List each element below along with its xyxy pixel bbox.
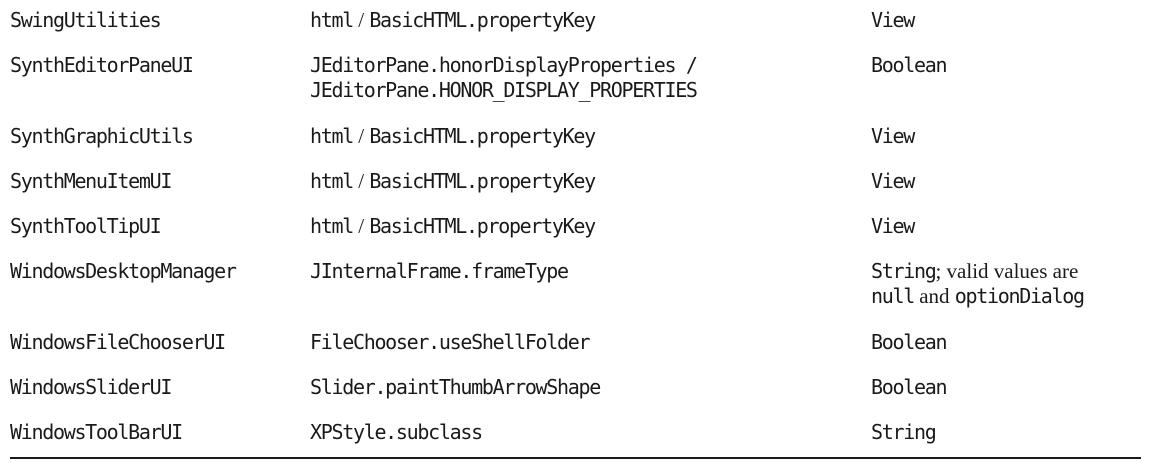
type-code-option-dialog: optionDialog (954, 284, 1085, 308)
property-key-line-2: JEditorPane.HONOR_DISPLAY_PROPERTIES (310, 78, 698, 102)
type-description: ; valid values are (935, 259, 1079, 283)
property-key-a: html (310, 214, 354, 238)
type-conjunction: and (913, 284, 955, 308)
table-row: SynthMenuItemUI html / BasicHTML.propert… (10, 161, 1141, 206)
property-key: JInternalFrame.frameType (310, 259, 569, 283)
value-type: String (871, 420, 937, 444)
property-separator: / (352, 214, 370, 238)
property-separator: / (352, 169, 370, 193)
component-name: SynthMenuItemUI (10, 169, 172, 193)
property-separator: / (352, 124, 370, 148)
component-name: WindowsSliderUI (10, 375, 172, 399)
property-key: Slider.paintThumbArrowShape (310, 375, 601, 399)
table-bottom-rule (10, 457, 1141, 459)
component-name: WindowsDesktopManager (10, 259, 237, 283)
property-key-a: html (310, 124, 354, 148)
value-type-line-1: String; valid values are (871, 259, 1084, 284)
component-name: SynthToolTipUI (10, 214, 162, 238)
property-key: html / BasicHTML.propertyKey (310, 124, 596, 149)
table-row: WindowsDesktopManager JInternalFrame.fra… (10, 251, 1141, 322)
value-type: Boolean (871, 330, 947, 354)
property-key-b: BasicHTML.propertyKey (369, 214, 596, 238)
component-name: WindowsToolBarUI (10, 420, 183, 444)
value-type: View (871, 169, 915, 193)
type-code-string: String (871, 259, 937, 283)
table-row: WindowsFileChooserUI FileChooser.useShel… (10, 322, 1141, 367)
property-key: XPStyle.subclass (310, 420, 483, 444)
property-key: html / BasicHTML.propertyKey (310, 169, 596, 194)
component-name: SynthGraphicUtils (10, 124, 194, 148)
property-key-line-1: JEditorPane.honorDisplayProperties / (310, 53, 698, 77)
property-key-a: html (310, 169, 354, 193)
component-name: SynthEditorPaneUI (10, 53, 194, 77)
property-key: JEditorPane.honorDisplayProperties / JEd… (310, 53, 698, 103)
property-key: html / BasicHTML.propertyKey (310, 8, 596, 33)
value-type: Boolean (871, 375, 947, 399)
table-row: WindowsToolBarUI XPStyle.subclass String (10, 412, 1141, 457)
property-key: FileChooser.useShellFolder (310, 330, 591, 354)
table-row: SynthToolTipUI html / BasicHTML.property… (10, 206, 1141, 251)
property-separator: / (352, 8, 370, 32)
table-row: WindowsSliderUI Slider.paintThumbArrowSh… (10, 367, 1141, 412)
property-key: html / BasicHTML.propertyKey (310, 214, 596, 239)
property-key-a: html (310, 8, 354, 32)
component-name: WindowsFileChooserUI (10, 330, 226, 354)
table-row: SynthEditorPaneUI JEditorPane.honorDispl… (10, 45, 1141, 116)
property-key-b: BasicHTML.propertyKey (369, 124, 596, 148)
type-code-null: null (871, 284, 915, 308)
component-name: SwingUtilities (10, 8, 162, 32)
property-key-b: BasicHTML.propertyKey (369, 8, 596, 32)
property-table: SwingUtilities html / BasicHTML.property… (10, 0, 1141, 457)
value-type: String; valid values are null and option… (871, 259, 1085, 309)
value-type: View (871, 124, 915, 148)
table-row: SynthGraphicUtils html / BasicHTML.prope… (10, 116, 1141, 161)
value-type-line-2: null and optionDialog (871, 284, 1085, 309)
value-type: View (871, 214, 915, 238)
property-key-b: BasicHTML.propertyKey (369, 169, 596, 193)
table-row: SwingUtilities html / BasicHTML.property… (10, 0, 1141, 45)
value-type: Boolean (871, 53, 947, 77)
value-type: View (871, 8, 915, 32)
